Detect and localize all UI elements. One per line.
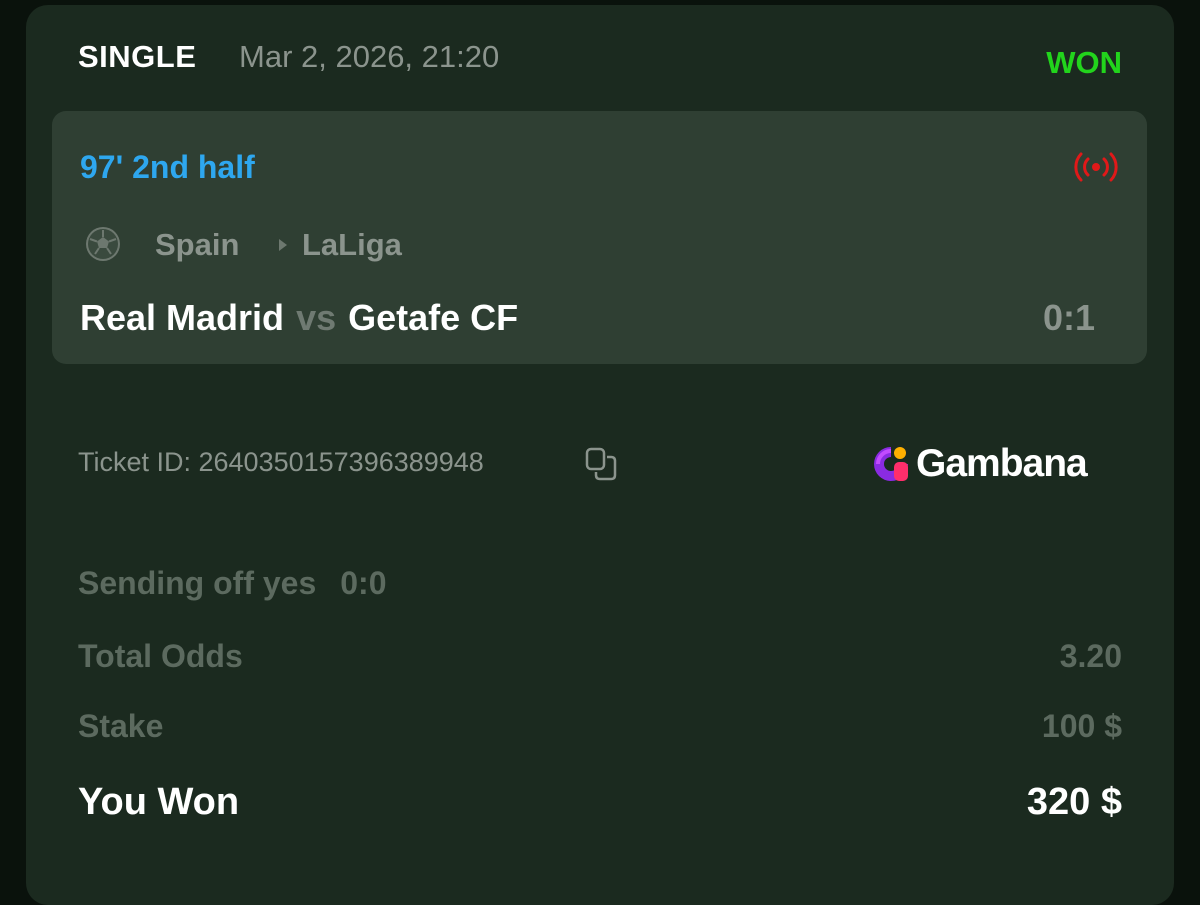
home-team: Real Madrid [80, 297, 285, 338]
match-teams: Real Madrid vs Getafe CF [80, 297, 518, 339]
ticket-id: Ticket ID: 2640350157396389948 [78, 447, 484, 477]
brand-name: Gambana [916, 442, 1088, 485]
gambana-logo-icon [874, 447, 908, 481]
selection-row: Sending off yes 0:0 [78, 565, 1122, 609]
country-name[interactable]: Spain [155, 227, 239, 263]
stake-label: Stake [78, 708, 164, 744]
winnings-label: You Won [78, 781, 240, 823]
winnings-row: You Won 320 $ [78, 781, 1122, 825]
selection-name: Sending off yes [78, 565, 317, 601]
bet-date: Mar 2, 2026, 21:20 [239, 39, 500, 74]
match-time-status: 97' 2nd half [80, 149, 255, 185]
selection-score: 0:0 [340, 565, 387, 601]
live-broadcast-icon [1074, 152, 1118, 182]
bet-type-label: SINGLE [78, 39, 197, 74]
away-team: Getafe CF [348, 297, 519, 338]
stake-value: 100 $ [1041, 708, 1122, 744]
ticket-header: SINGLE Mar 2, 2026, 21:20 WON [78, 39, 1122, 87]
league-name[interactable]: LaLiga [302, 227, 402, 263]
total-odds-label: Total Odds [78, 638, 243, 674]
stake-row: Stake 100 $ [78, 708, 1122, 752]
winnings-value: 320 $ [1026, 781, 1122, 823]
total-odds-row: Total Odds 3.20 [78, 638, 1122, 682]
total-odds-value: 3.20 [1059, 638, 1122, 674]
vs-separator: vs [296, 297, 337, 338]
bet-ticket-card: SINGLE Mar 2, 2026, 21:20 WON 97' 2nd ha… [26, 5, 1174, 905]
soccer-ball-icon [86, 227, 120, 261]
brand: Gambana [872, 442, 1122, 488]
match-score: 0:1 [1042, 297, 1095, 338]
selection-label: Sending off yes 0:0 [78, 565, 387, 602]
bet-status-badge: WON [1046, 45, 1122, 80]
copy-icon[interactable] [583, 445, 621, 483]
event-card[interactable]: 97' 2nd half Spain LaLiga Real Madrid vs [52, 111, 1147, 364]
breadcrumb-arrow-icon [279, 239, 287, 251]
